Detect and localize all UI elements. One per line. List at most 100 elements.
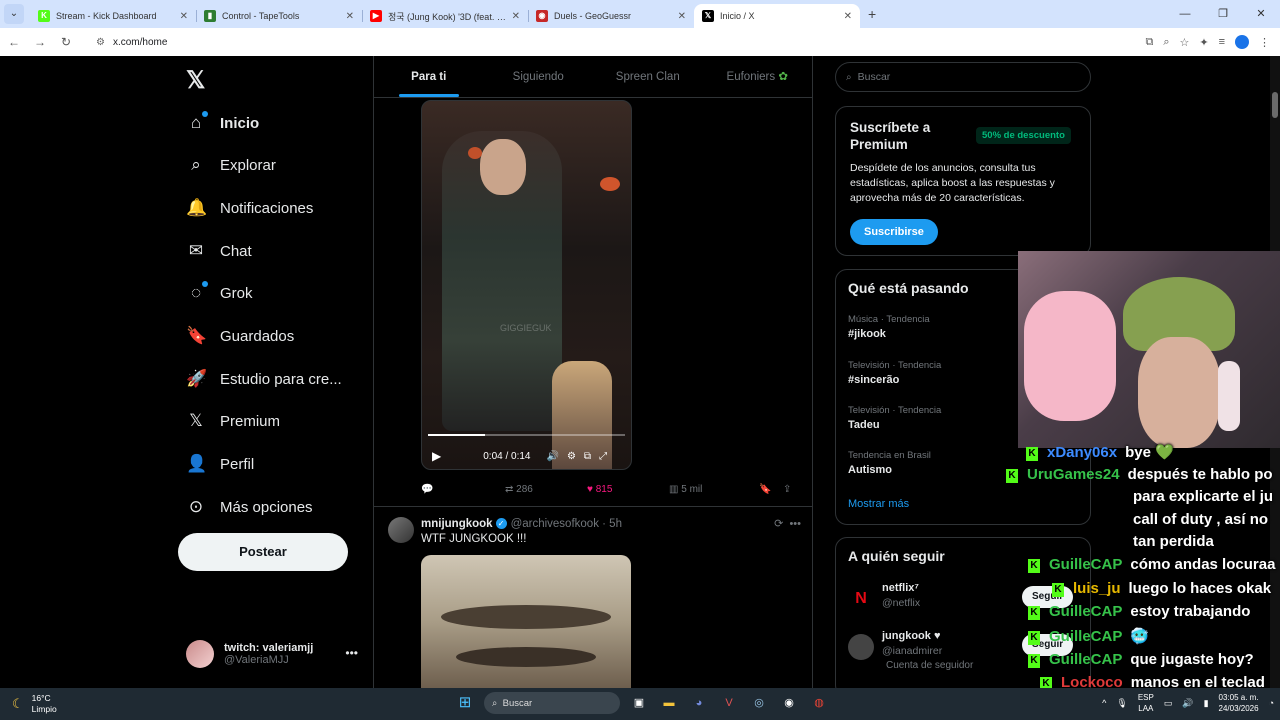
subscribe-button[interactable]: Suscribirse: [850, 219, 938, 245]
play-icon[interactable]: ▶: [432, 449, 441, 463]
close-tab-icon[interactable]: ✕: [844, 11, 852, 22]
valorant-icon[interactable]: V: [718, 692, 740, 714]
mic-icon[interactable]: 🎙: [1116, 698, 1127, 709]
media-icon[interactable]: ≡: [1219, 36, 1225, 48]
browser-tab[interactable]: ◉ Duels - GeoGuessr ✕: [528, 4, 694, 28]
browser-tab[interactable]: ▮ Control - TapeTools ✕: [196, 4, 362, 28]
nav-item-notificaciones[interactable]: 🔔 Notificaciones: [186, 193, 313, 223]
chrome-icon[interactable]: ◍: [808, 692, 830, 714]
extensions-icon[interactable]: ✦: [1199, 36, 1208, 49]
new-tab-icon[interactable]: +: [868, 6, 876, 22]
nav-item-estudio-para-cre[interactable]: 🚀 Estudio para cre...: [186, 364, 342, 394]
pip-icon[interactable]: ⧉: [584, 451, 591, 462]
nav-item-inicio[interactable]: ⌂ Inicio: [186, 108, 259, 138]
close-window-icon[interactable]: ✕: [1242, 0, 1280, 28]
chat-username: UruGames24: [1027, 466, 1120, 483]
post-button[interactable]: Postear: [178, 533, 348, 571]
obs-icon[interactable]: ◉: [778, 692, 800, 714]
discord-icon[interactable]: ◕: [688, 692, 710, 714]
close-tab-icon[interactable]: ✕: [346, 11, 354, 22]
settings-icon[interactable]: ⚙: [567, 451, 576, 462]
tapetools-icon: ▮: [204, 10, 216, 22]
browser-tab[interactable]: K Stream - Kick Dashboard ✕: [30, 4, 196, 28]
plush-toy: [1024, 291, 1116, 421]
reload-icon[interactable]: ↻: [54, 35, 78, 49]
post-more-icons[interactable]: ⟳ •••: [774, 517, 801, 530]
nav-item-guardados[interactable]: 🔖 Guardados: [186, 321, 294, 351]
account-switcher[interactable]: twitch: valeriamjj @ValeriaMJJ •••: [186, 640, 366, 668]
steam-icon[interactable]: ◎: [748, 692, 770, 714]
nav-item-grok[interactable]: ◌ Grok: [186, 278, 253, 308]
video-player[interactable]: GIGGIEGUK ▶ 0:04 / 0:14 🔊 ⚙ ⧉ ⤢: [421, 100, 632, 470]
post-author[interactable]: mnijungkook: [421, 518, 493, 530]
profile-avatar[interactable]: [1235, 35, 1249, 49]
volume-icon[interactable]: 🔊: [547, 451, 559, 462]
trend-item[interactable]: Tendencia en Brasil Autismo: [848, 450, 931, 476]
site-info-icon[interactable]: ⚙: [96, 37, 105, 48]
fullscreen-icon[interactable]: ⤢: [599, 451, 607, 462]
x-logo-icon[interactable]: 𝕏: [186, 66, 205, 95]
language-indicator[interactable]: ESP LAA: [1138, 692, 1154, 714]
back-icon[interactable]: ←: [2, 35, 26, 49]
url-text: x.com/home: [112, 36, 168, 48]
close-tab-icon[interactable]: ✕: [512, 11, 520, 22]
premium-description: Despídete de los anuncios, consulta tus …: [850, 162, 1055, 204]
browser-tab[interactable]: 𝕏 Inicio / X ✕: [694, 4, 860, 28]
chrome-menu-icon[interactable]: ⋮: [1259, 36, 1270, 49]
nav-item-perfil[interactable]: 👤 Perfil: [186, 449, 254, 479]
scrollbar-thumb[interactable]: [1272, 92, 1278, 118]
clock[interactable]: 03:05 a. m. 24/03/2026: [1219, 692, 1259, 714]
repost-button[interactable]: ⇄ 286: [505, 484, 587, 495]
windows-start-icon[interactable]: ⊞: [454, 692, 476, 714]
install-app-icon[interactable]: ⧉: [1145, 36, 1153, 49]
nav-item-label: Inicio: [220, 114, 260, 132]
timeline-tab[interactable]: Eufoniers ✿: [703, 56, 813, 97]
timeline-tab[interactable]: Para ti: [374, 56, 484, 97]
nav-item-m-s-opciones[interactable]: ⊙ Más opciones: [186, 492, 313, 522]
timeline-tab[interactable]: Spreen Clan: [593, 56, 703, 97]
close-tab-icon[interactable]: ✕: [180, 11, 188, 22]
bookmark-icon[interactable]: 🔖: [759, 484, 783, 495]
search-input[interactable]: ⌕ Buscar: [835, 62, 1091, 92]
notifications-icon[interactable]: ◔: [1269, 698, 1274, 708]
minimize-icon[interactable]: —: [1166, 0, 1204, 28]
video-progress-bar[interactable]: [428, 434, 625, 436]
avatar[interactable]: N: [848, 586, 874, 612]
reply-icon[interactable]: 💬: [421, 484, 505, 495]
forward-icon[interactable]: →: [28, 35, 52, 49]
like-button[interactable]: ♥ 815: [587, 484, 669, 495]
url-field[interactable]: ⚙ x.com/home: [86, 31, 1145, 53]
close-tab-icon[interactable]: ✕: [678, 11, 686, 22]
maximize-icon[interactable]: ❐: [1204, 0, 1242, 28]
zoom-icon[interactable]: ⌕: [1163, 36, 1169, 49]
file-explorer-icon[interactable]: ▬: [658, 692, 680, 714]
task-view-icon[interactable]: ▣: [628, 692, 650, 714]
show-more-link[interactable]: Mostrar más: [848, 498, 909, 510]
trend-item[interactable]: Televisión · Tendencia Tadeu: [848, 405, 941, 431]
network-icon[interactable]: ▭: [1164, 698, 1173, 709]
views-button[interactable]: ▥ 5 mil: [669, 484, 759, 495]
trend-item[interactable]: Música · Tendencia #jikook: [848, 314, 930, 340]
battery-icon[interactable]: ▮: [1204, 698, 1209, 709]
discount-badge: 50% de descuento: [976, 127, 1071, 144]
avatar[interactable]: [848, 634, 874, 660]
bookmark-star-icon[interactable]: ☆: [1179, 36, 1189, 49]
nav-item-premium[interactable]: 𝕏 Premium: [186, 406, 280, 436]
avatar[interactable]: [388, 517, 414, 543]
video-progress-fill: [428, 434, 486, 436]
more-icon[interactable]: •••: [345, 646, 358, 660]
home-icon: ⌂: [186, 111, 208, 133]
timeline-tab[interactable]: Siguiendo: [484, 56, 594, 97]
chevron-up-icon[interactable]: ^: [1102, 698, 1106, 708]
trend-item[interactable]: Televisión · Tendencia #sincerão: [848, 360, 941, 386]
volume-icon[interactable]: 🔊: [1182, 698, 1193, 709]
timeline-post[interactable]: mnijungkook ✓ @archivesofkook · 5h ⟳ •••…: [374, 506, 812, 688]
nav-item-explorar[interactable]: ⌕ Explorar: [186, 150, 276, 180]
post-media[interactable]: [421, 555, 631, 688]
weather-widget[interactable]: ☾ 16°C Limpio: [12, 693, 57, 715]
share-icon[interactable]: ⇪: [783, 484, 791, 495]
taskbar-search[interactable]: ⌕ Buscar: [484, 692, 620, 714]
browser-tab[interactable]: ▶ 정국 (Jung Kook) '3D (feat. Jack ✕: [362, 4, 528, 28]
nav-item-chat[interactable]: ✉ Chat: [186, 236, 252, 266]
tab-search-icon[interactable]: ⌄: [4, 4, 24, 24]
